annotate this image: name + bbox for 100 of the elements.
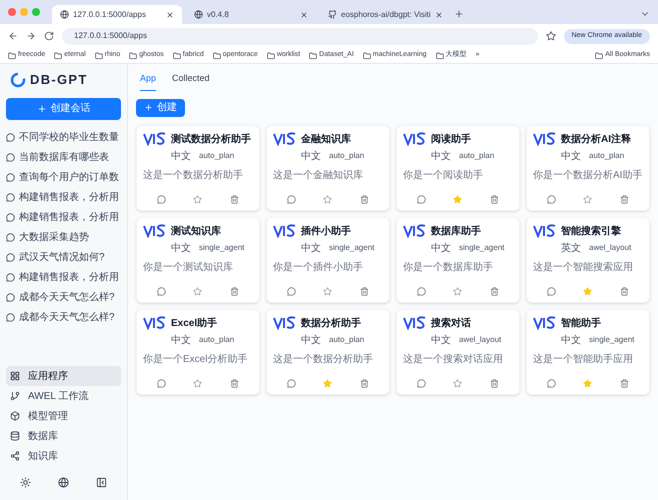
chat-icon[interactable] — [416, 286, 426, 296]
close-icon[interactable] — [166, 10, 174, 18]
chat-history-item[interactable]: 不同学校的毕业生数量 — [6, 128, 121, 148]
app-card[interactable]: 数据分析AI注释 中文 auto_plan 你是一个数据分析AI助手 — [526, 124, 650, 210]
chat-icon[interactable] — [286, 378, 296, 388]
app-card[interactable]: 测试数据分析助手 中文 auto_plan 这是一个数据分析助手 — [136, 124, 260, 210]
app-card[interactable]: 数据分析助手 中文 auto_plan 这是一个数据分析助手 — [266, 308, 390, 394]
theme-icon[interactable] — [20, 476, 31, 488]
app-card[interactable]: 金融知识库 中文 auto_plan 这是一个金融知识库 — [266, 124, 390, 210]
app-card[interactable]: 测试知识库 中文 single_agent 你是一个测试知识库 — [136, 216, 260, 302]
chat-icon[interactable] — [286, 194, 296, 204]
star-icon[interactable] — [583, 378, 592, 388]
chat-history-item[interactable]: 构建销售报表，分析用 — [6, 188, 121, 208]
delete-icon[interactable] — [490, 194, 500, 204]
nav-item[interactable]: 模型管理 — [6, 406, 121, 426]
nav-item[interactable]: 数据库 — [6, 426, 121, 446]
chat-icon[interactable] — [286, 286, 296, 296]
chat-icon[interactable] — [546, 194, 556, 204]
chat-history-item[interactable]: 武汉天气情况如何? — [6, 248, 121, 268]
delete-icon[interactable] — [360, 378, 370, 388]
delete-icon[interactable] — [620, 286, 630, 296]
language-tag: 中文 — [431, 148, 451, 164]
star-icon[interactable] — [193, 286, 202, 296]
chat-icon[interactable] — [156, 194, 166, 204]
back-icon[interactable] — [8, 31, 18, 41]
browser-tab[interactable]: eosphoros-ai/dbgpt: Visiti — [320, 5, 450, 24]
browser-tab[interactable]: 127.0.0.1:5000/apps — [52, 5, 182, 24]
chat-history-item[interactable]: 大数据采集趋势 — [6, 228, 121, 248]
delete-icon[interactable] — [230, 286, 240, 296]
chat-history-item[interactable]: 查询每个用户的订单数 — [6, 168, 121, 188]
star-icon[interactable] — [323, 194, 332, 204]
star-icon[interactable] — [193, 194, 202, 204]
reload-icon[interactable] — [44, 31, 54, 41]
mode-tag: auto_plan — [329, 334, 364, 346]
app-card[interactable]: 插件小助手 中文 single_agent 你是一个插件小助手 — [266, 216, 390, 302]
chat-history-item[interactable]: 构建销售报表，分析用 — [6, 208, 121, 228]
content-tab[interactable]: Collected — [172, 72, 210, 90]
delete-icon[interactable] — [490, 286, 500, 296]
delete-icon[interactable] — [230, 378, 240, 388]
app-card[interactable]: 搜索对话 中文 awel_layout 这是一个搜索对话应用 — [396, 308, 520, 394]
app-card[interactable]: Excel助手 中文 auto_plan 你是一个Excel分析助手 — [136, 308, 260, 394]
mode-tag: auto_plan — [329, 150, 364, 162]
delete-icon[interactable] — [230, 194, 240, 204]
forward-icon[interactable] — [26, 31, 36, 41]
new-chat-button[interactable]: 创建会话 — [6, 98, 121, 120]
chat-history-item[interactable]: 构建销售报表，分析用 — [6, 268, 121, 288]
app-card[interactable]: 数据库助手 中文 single_agent 你是一个数据库助手 — [396, 216, 520, 302]
create-app-button[interactable]: 创建 — [136, 98, 185, 116]
star-icon[interactable] — [453, 286, 462, 296]
star-icon[interactable] — [583, 194, 592, 204]
language-tag: 中文 — [561, 332, 581, 348]
star-icon[interactable] — [583, 286, 592, 296]
nav-icon — [10, 391, 20, 401]
globe-icon — [60, 10, 69, 19]
chat-icon[interactable] — [546, 286, 556, 296]
language-tag: 中文 — [171, 332, 191, 348]
chat-bubble-icon — [6, 173, 15, 182]
mode-tag: single_agent — [459, 242, 504, 254]
delete-icon[interactable] — [490, 378, 500, 388]
delete-icon[interactable] — [360, 286, 370, 296]
mode-tag: awel_layout — [459, 334, 502, 346]
chat-history-item[interactable]: 当前数据库有哪些表 — [6, 148, 121, 168]
app-title: 搜索对话 — [431, 316, 472, 330]
collapse-icon[interactable] — [96, 476, 108, 488]
folder-icon — [436, 52, 444, 60]
delete-icon[interactable] — [620, 378, 630, 388]
browser-tab[interactable]: v0.4.8 — [186, 5, 316, 24]
star-icon[interactable] — [453, 378, 462, 388]
chat-bubble-icon — [6, 293, 15, 302]
app-description: 你是一个Excel分析助手 — [143, 352, 248, 366]
plus-icon — [36, 104, 46, 114]
chat-icon[interactable] — [546, 378, 556, 388]
close-icon[interactable] — [300, 10, 308, 18]
delete-icon[interactable] — [620, 194, 630, 204]
language-icon[interactable] — [58, 476, 69, 488]
chat-icon[interactable] — [156, 286, 166, 296]
app-description: 这是一个数据分析助手 — [273, 352, 374, 366]
content-tab[interactable]: App — [140, 72, 156, 90]
app-title: Excel助手 — [171, 316, 218, 330]
nav-item[interactable]: 应用程序 — [6, 366, 121, 386]
star-icon[interactable] — [193, 378, 202, 388]
bookmark-star-icon[interactable] — [546, 31, 556, 41]
nav-item[interactable]: AWEL 工作流 — [6, 386, 121, 406]
star-icon[interactable] — [323, 378, 332, 388]
delete-icon[interactable] — [360, 194, 370, 204]
chat-icon[interactable] — [416, 194, 426, 204]
close-icon[interactable] — [434, 10, 443, 18]
chat-history-item[interactable]: 成都今天天气怎么样? — [6, 288, 121, 308]
star-icon[interactable] — [453, 194, 462, 204]
language-tag: 中文 — [301, 148, 321, 164]
app-card[interactable]: 阅读助手 中文 auto_plan 你是一个阅读助手 — [396, 124, 520, 210]
nav-item[interactable]: 知识库 — [6, 446, 121, 466]
app-card[interactable]: 智能助手 中文 single_agent 这是一个智能助手应用 — [526, 308, 650, 394]
app-card[interactable]: 智能搜索引擎 英文 awel_layout 这是一个智能搜索应用 — [526, 216, 650, 302]
chat-icon[interactable] — [416, 378, 426, 388]
chat-icon[interactable] — [156, 378, 166, 388]
new-tab-icon[interactable] — [454, 9, 464, 19]
star-icon[interactable] — [323, 286, 332, 296]
address-bar[interactable]: 127.0.0.1:5000/apps — [62, 28, 538, 44]
chat-history-item[interactable]: 成都今天天气怎么样? — [6, 308, 121, 328]
